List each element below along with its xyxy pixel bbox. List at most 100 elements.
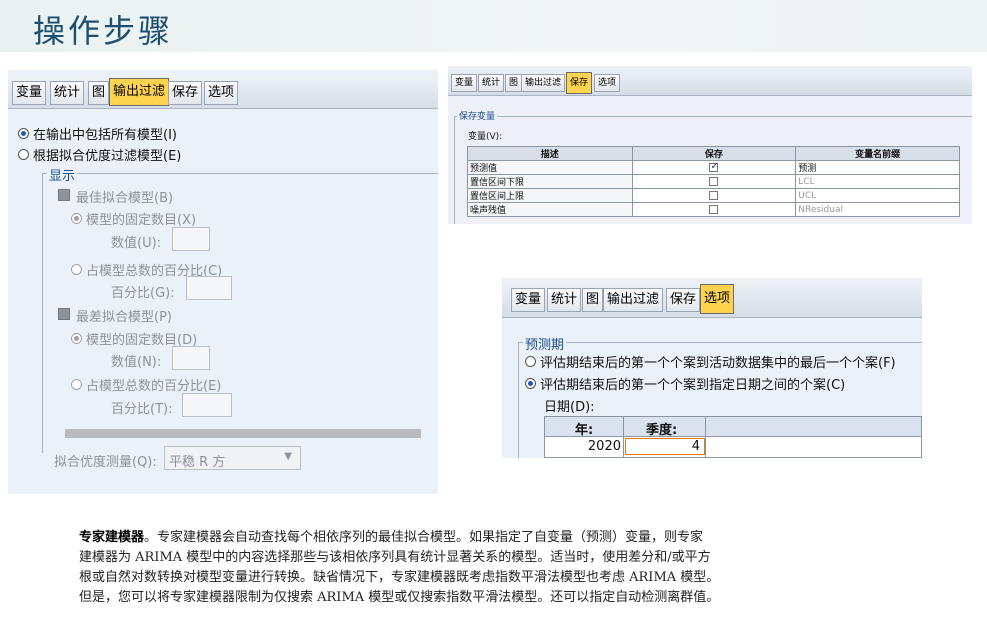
tab-options[interactable]: 选项 bbox=[594, 74, 621, 92]
description-paragraph: 专家建模器。专家建模器会自动查找每个相依序列的最佳拟合模型。如果指定了自变量（预… bbox=[79, 528, 929, 608]
page-title: 操作步骤 bbox=[33, 12, 174, 50]
display-group-label: 显示 bbox=[47, 165, 78, 184]
table-row: 置信区间下限 LCL bbox=[467, 174, 960, 189]
slide-title-bar: 操作步骤 bbox=[0, 0, 987, 55]
worst-value-label: 数值(N): bbox=[111, 355, 162, 370]
tab-save[interactable]: 保存 bbox=[168, 81, 203, 105]
date-grid: 年: 季度: 2020 4 bbox=[544, 416, 922, 458]
radio-specified-date[interactable]: 评估期结束后的第一个个案到指定日期之间的个案(C) bbox=[525, 374, 845, 393]
worst-fit-label: 最差拟合模型(P) bbox=[76, 310, 172, 325]
variables-label: 变量(V): bbox=[468, 132, 503, 142]
best-percent-field-label: 百分比(G): bbox=[111, 286, 175, 301]
best-fixed-count-label: 模型的固定数目(X) bbox=[86, 213, 197, 228]
paragraph-line: 建模器为 ARIMA 模型中的内容选择那些与该相依序列具有统计显著关系的模型。适… bbox=[79, 550, 711, 565]
tab-bar: 变量 统计 图 输出过滤 保存 选项 bbox=[8, 75, 438, 109]
best-fit-checkbox[interactable] bbox=[58, 189, 70, 201]
radio-all-models-label: 在输出中包括所有模型(I) bbox=[33, 128, 177, 143]
worst-percent-input[interactable] bbox=[182, 393, 232, 417]
radio-filter-models-label: 根据拟合优度过滤模型(E) bbox=[33, 149, 182, 164]
tab-save[interactable]: 保存 bbox=[666, 288, 701, 312]
tab-bar: 变量 统计 图 输出过滤 保存 选项 bbox=[502, 278, 922, 318]
row-prefix[interactable]: UCL bbox=[795, 188, 960, 203]
paragraph-line: 专家建模器。专家建模器会自动查找每个相依序列的最佳拟合模型。如果指定了自变量（预… bbox=[79, 528, 929, 548]
tab-statistics[interactable]: 统计 bbox=[478, 74, 505, 92]
radio-filter-models[interactable]: 根据拟合优度过滤模型(E) bbox=[18, 145, 181, 164]
checkbox-unchecked-icon[interactable] bbox=[709, 204, 719, 214]
tab-output-filter[interactable]: 输出过滤 bbox=[109, 78, 170, 106]
options-panel: 变量 统计 图 输出过滤 保存 选项 预测期 评估期结束后的第一个个案到活动数据… bbox=[502, 278, 922, 458]
horizontal-scrollbar[interactable] bbox=[65, 429, 421, 438]
tab-statistics[interactable]: 统计 bbox=[547, 288, 582, 312]
table-row: 置信区间上限 UCL bbox=[467, 188, 960, 203]
best-value-input[interactable] bbox=[172, 227, 210, 251]
row-prefix[interactable]: NResidual bbox=[795, 202, 960, 217]
worst-percent-field-label: 百分比(T): bbox=[111, 402, 173, 417]
radio-specified-date-label: 评估期结束后的第一个个案到指定日期之间的个案(C) bbox=[540, 378, 846, 393]
worst-percent-label: 占模型总数的百分比(E) bbox=[86, 379, 222, 394]
row-prefix[interactable]: LCL bbox=[795, 174, 960, 189]
paragraph-text: 。专家建模器会自动查找每个相依序列的最佳拟合模型。如果指定了自变量（预测）变量，… bbox=[144, 530, 704, 545]
best-fit-label: 最佳拟合模型(B) bbox=[76, 191, 174, 206]
column-header: 描述 bbox=[467, 146, 633, 161]
radio-best-fixed-count[interactable]: 模型的固定数目(X) bbox=[71, 209, 196, 228]
col-year-header: 年: bbox=[575, 423, 594, 438]
tab-save[interactable]: 保存 bbox=[566, 72, 593, 94]
tab-output-filter[interactable]: 输出过滤 bbox=[521, 74, 566, 92]
radio-selected-icon bbox=[71, 213, 82, 224]
radio-last-case[interactable]: 评估期结束后的第一个个案到活动数据集中的最后一个个案(F) bbox=[525, 352, 896, 371]
save-checkbox-cell[interactable] bbox=[631, 174, 797, 189]
checkbox-unchecked-icon[interactable] bbox=[709, 190, 719, 200]
radio-unselected-icon bbox=[18, 149, 29, 160]
checkbox-checked-icon[interactable] bbox=[709, 161, 719, 172]
quarter-input[interactable]: 4 bbox=[625, 438, 705, 455]
year-input[interactable]: 2020 bbox=[585, 439, 621, 454]
goodness-measure-value: 平稳 R 方 bbox=[169, 455, 226, 470]
worst-fit-checkbox[interactable] bbox=[58, 308, 70, 320]
row-prefix[interactable]: 预测 bbox=[795, 160, 960, 175]
checkbox-unchecked-icon[interactable] bbox=[709, 176, 719, 186]
tab-variables[interactable]: 变量 bbox=[511, 288, 546, 312]
col-quarter-header: 季度: bbox=[646, 423, 678, 438]
best-percent-input[interactable] bbox=[186, 276, 232, 300]
tab-plots[interactable]: 图 bbox=[88, 81, 110, 105]
column-header: 变量名前缀 bbox=[795, 146, 960, 161]
row-description: 置信区间上限 bbox=[467, 188, 633, 203]
chevron-down-icon: ▼ bbox=[284, 451, 292, 462]
save-checkbox-cell[interactable] bbox=[631, 202, 797, 217]
table-row: 预测值 预测 bbox=[467, 160, 960, 175]
tab-options[interactable]: 选项 bbox=[204, 81, 239, 105]
radio-selected-icon bbox=[18, 128, 29, 139]
tab-bar: 变量 统计 图 输出过滤 保存 选项 bbox=[448, 66, 972, 96]
row-description: 置信区间下限 bbox=[467, 174, 633, 189]
forecast-group-label: 预测期 bbox=[523, 334, 567, 353]
tab-statistics[interactable]: 统计 bbox=[50, 81, 85, 105]
tab-variables[interactable]: 变量 bbox=[12, 81, 47, 105]
date-label: 日期(D): bbox=[544, 400, 595, 415]
radio-all-models[interactable]: 在输出中包括所有模型(I) bbox=[18, 124, 177, 143]
radio-worst-percent[interactable]: 占模型总数的百分比(E) bbox=[71, 375, 221, 394]
grid-divider bbox=[705, 417, 706, 457]
tab-plots[interactable]: 图 bbox=[582, 288, 604, 312]
paragraph-line: 但是，您可以将专家建模器限制为仅搜索 ARIMA 模型或仅搜索指数平滑法模型。还… bbox=[79, 590, 720, 605]
save-checkbox-cell[interactable] bbox=[631, 188, 797, 203]
tab-plots[interactable]: 图 bbox=[505, 74, 523, 92]
tab-variables[interactable]: 变量 bbox=[451, 74, 478, 92]
best-value-label: 数值(U): bbox=[111, 236, 162, 251]
save-group-label: 保存变量 bbox=[457, 109, 498, 122]
save-variables-table: 描述 保存 变量名前缀 预测值 预测 置信区间下限 LCL 置信区间上限 UCL… bbox=[467, 146, 960, 217]
save-checkbox-cell[interactable] bbox=[631, 160, 797, 175]
radio-unselected-icon bbox=[525, 356, 536, 367]
goodness-measure-label: 拟合优度测量(Q): bbox=[54, 455, 157, 470]
radio-selected-icon bbox=[71, 333, 82, 344]
date-grid-header bbox=[545, 417, 921, 437]
table-row: 噪声残值 NResidual bbox=[467, 202, 960, 217]
radio-unselected-icon bbox=[71, 379, 82, 390]
goodness-measure-select[interactable]: 平稳 R 方 ▼ bbox=[164, 446, 301, 470]
tab-output-filter[interactable]: 输出过滤 bbox=[603, 288, 664, 312]
row-description: 噪声残值 bbox=[467, 202, 633, 217]
paragraph-lead: 专家建模器 bbox=[79, 530, 145, 545]
worst-value-input[interactable] bbox=[172, 346, 210, 370]
radio-selected-icon bbox=[525, 378, 536, 389]
tab-options[interactable]: 选项 bbox=[700, 284, 735, 314]
output-filter-panel: 变量 统计 图 输出过滤 保存 选项 在输出中包括所有模型(I) 根据拟合优度过… bbox=[8, 70, 438, 494]
